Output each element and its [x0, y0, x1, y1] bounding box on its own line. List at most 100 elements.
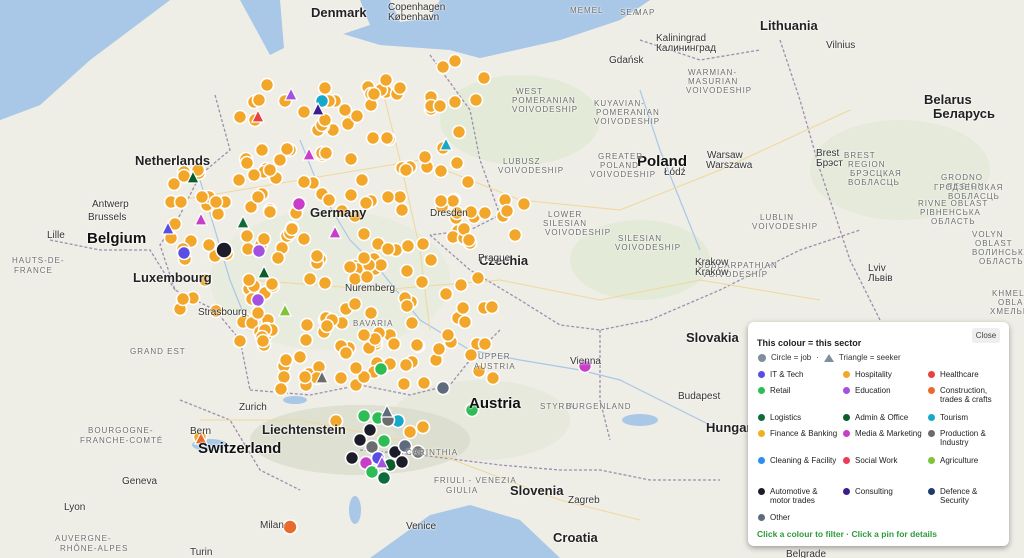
job-pin[interactable]	[373, 361, 389, 377]
job-pin[interactable]	[241, 272, 257, 288]
job-pin[interactable]	[201, 237, 217, 253]
job-pin[interactable]	[499, 203, 515, 219]
job-pin[interactable]	[399, 263, 415, 279]
sector-filter-retail[interactable]: Retail	[758, 386, 838, 395]
job-pin[interactable]	[215, 241, 233, 259]
job-pin[interactable]	[356, 250, 372, 266]
job-pin[interactable]	[356, 408, 372, 424]
sector-filter-finance-banking[interactable]: Finance & Banking	[758, 429, 838, 438]
job-pin[interactable]	[292, 349, 308, 365]
job-pin[interactable]	[208, 194, 224, 210]
job-pin[interactable]	[386, 336, 402, 352]
job-pin[interactable]	[415, 236, 431, 252]
sector-filter-automotive-motor-trades[interactable]: Automotive & motor trades	[758, 487, 838, 505]
job-pin[interactable]	[485, 370, 501, 386]
job-pin[interactable]	[337, 102, 353, 118]
job-pin[interactable]	[398, 357, 414, 373]
job-pin[interactable]	[291, 196, 307, 212]
job-pin[interactable]	[239, 228, 255, 244]
job-pin[interactable]	[239, 155, 255, 171]
job-pin[interactable]	[270, 250, 286, 266]
job-pin[interactable]	[246, 167, 262, 183]
job-pin[interactable]	[251, 92, 267, 108]
job-pin[interactable]	[477, 205, 493, 221]
job-pin[interactable]	[317, 80, 333, 96]
sector-filter-admin-office[interactable]: Admin & Office	[843, 413, 923, 422]
job-pin[interactable]	[477, 336, 493, 352]
job-pin[interactable]	[435, 59, 451, 75]
job-pin[interactable]	[175, 291, 191, 307]
sector-filter-agriculture[interactable]: Agriculture	[928, 456, 1008, 465]
job-pin[interactable]	[296, 104, 312, 120]
job-pin[interactable]	[415, 419, 431, 435]
job-pin[interactable]	[410, 444, 426, 460]
job-pin[interactable]	[251, 243, 267, 259]
job-pin[interactable]	[299, 317, 315, 333]
job-pin[interactable]	[409, 337, 425, 353]
job-pin[interactable]	[343, 151, 359, 167]
job-pin[interactable]	[356, 327, 372, 343]
job-pin[interactable]	[577, 358, 593, 374]
job-pin[interactable]	[194, 189, 210, 205]
job-pin[interactable]	[431, 341, 447, 357]
job-pin[interactable]	[354, 172, 370, 188]
sector-filter-healthcare[interactable]: Healthcare	[928, 370, 1008, 379]
job-pin[interactable]	[250, 189, 266, 205]
job-pin[interactable]	[176, 245, 192, 261]
job-pin[interactable]	[333, 370, 349, 386]
job-pin[interactable]	[255, 333, 271, 349]
job-pin[interactable]	[284, 221, 300, 237]
job-pin[interactable]	[392, 80, 408, 96]
job-pin[interactable]	[210, 206, 226, 222]
job-pin[interactable]	[460, 174, 476, 190]
job-pin[interactable]	[461, 232, 477, 248]
job-pin[interactable]	[317, 275, 333, 291]
sector-filter-media-marketing[interactable]: Media & Marketing	[843, 429, 923, 438]
sector-filter-social-work[interactable]: Social Work	[843, 456, 923, 465]
job-pin[interactable]	[438, 286, 454, 302]
job-pin[interactable]	[380, 241, 396, 257]
job-pin[interactable]	[342, 259, 358, 275]
job-pin[interactable]	[318, 145, 334, 161]
job-pin[interactable]	[380, 189, 396, 205]
job-pin[interactable]	[347, 271, 363, 287]
job-pin[interactable]	[440, 327, 456, 343]
job-pin[interactable]	[343, 187, 359, 203]
job-pin[interactable]	[471, 363, 487, 379]
job-pin[interactable]	[433, 193, 449, 209]
job-pin[interactable]	[449, 205, 465, 221]
job-pin[interactable]	[352, 432, 368, 448]
job-pin[interactable]	[416, 375, 432, 391]
job-pin[interactable]	[399, 298, 415, 314]
job-pin[interactable]	[463, 204, 479, 220]
job-pin[interactable]	[319, 318, 335, 334]
job-pin[interactable]	[435, 380, 451, 396]
sector-filter-consulting[interactable]: Consulting	[843, 487, 923, 496]
job-pin[interactable]	[394, 454, 410, 470]
sector-filter-other[interactable]: Other	[758, 513, 838, 522]
job-pin[interactable]	[484, 299, 500, 315]
job-pin[interactable]	[468, 92, 484, 108]
job-pin[interactable]	[447, 94, 463, 110]
job-pin[interactable]	[273, 381, 289, 397]
job-pin[interactable]	[256, 231, 272, 247]
job-pin[interactable]	[278, 352, 294, 368]
job-pin[interactable]	[396, 376, 412, 392]
job-pin[interactable]	[254, 142, 270, 158]
job-pin[interactable]	[297, 369, 313, 385]
job-pin[interactable]	[298, 332, 314, 348]
job-pin[interactable]	[402, 424, 418, 440]
job-pin[interactable]	[344, 450, 360, 466]
job-pin[interactable]	[296, 231, 312, 247]
job-pin[interactable]	[338, 345, 354, 361]
job-pin[interactable]	[453, 277, 469, 293]
sector-filter-logistics[interactable]: Logistics	[758, 413, 838, 422]
job-pin[interactable]	[250, 305, 266, 321]
job-pin[interactable]	[358, 195, 374, 211]
job-pin[interactable]	[476, 70, 492, 86]
job-pin[interactable]	[455, 300, 471, 316]
sector-filter-construction-trades-crafts[interactable]: Construction, trades & crafts	[928, 386, 1008, 404]
job-pin[interactable]	[321, 192, 337, 208]
job-pin[interactable]	[463, 347, 479, 363]
job-pin[interactable]	[366, 86, 382, 102]
